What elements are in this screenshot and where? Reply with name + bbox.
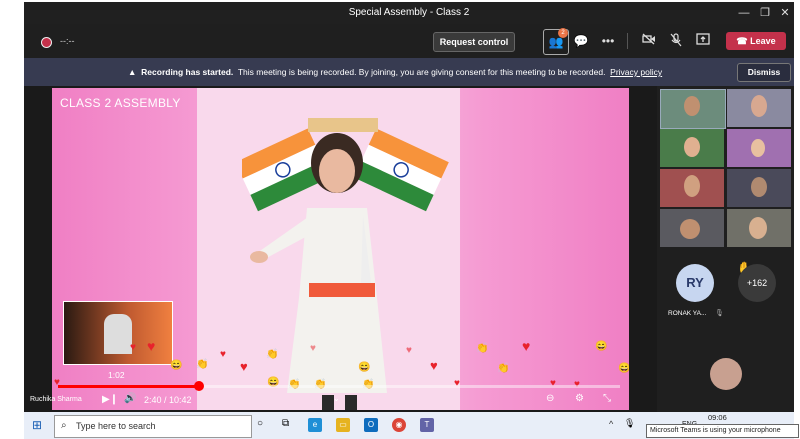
laughing-emoji-icon: 😄 xyxy=(170,360,183,371)
skip-next-icon[interactable]: ▶❙ xyxy=(102,394,118,405)
avatar[interactable]: RY xyxy=(676,264,714,302)
heart-reaction-icon: ♥ xyxy=(240,359,248,374)
tray-chevron-icon[interactable]: ^ xyxy=(609,419,613,429)
recording-icon xyxy=(41,37,52,48)
mic-off-icon: 🎙 xyxy=(715,310,724,317)
teams-icon[interactable]: T xyxy=(420,418,434,432)
participant-gallery: RY RONAK YA... 🎙 ✋ +162 xyxy=(657,86,794,412)
laughing-emoji-icon: 😄 xyxy=(358,362,371,373)
participant-tile[interactable] xyxy=(660,169,724,207)
notice-bold: Recording has started. xyxy=(141,67,234,77)
laughing-emoji-icon: 😄 xyxy=(618,363,629,374)
divider xyxy=(627,33,628,49)
heart-reaction-icon: ♥ xyxy=(220,349,226,360)
recording-notice-message: ▲ Recording has started. This meeting is… xyxy=(128,67,662,77)
maximize-icon[interactable]: ❐ xyxy=(755,5,775,21)
task-view-icon[interactable]: ⧉ xyxy=(282,418,289,429)
chrome-icon[interactable]: ◉ xyxy=(392,418,406,432)
performer xyxy=(250,133,387,410)
clap-emoji-icon: 👏 xyxy=(476,343,489,354)
participant-tile[interactable] xyxy=(660,209,724,247)
clap-emoji-icon: 👏 xyxy=(196,359,209,370)
share-screen-icon[interactable] xyxy=(695,33,711,49)
outlook-icon[interactable]: O xyxy=(364,418,378,432)
meeting-controls-bar: --:-- Request control 👥 2 💬 ••• ☎ Leave xyxy=(24,24,794,58)
chevron-down-icon[interactable]: ⌄ xyxy=(333,394,340,403)
video-progress-track[interactable] xyxy=(58,381,620,391)
title-bar: Special Assembly - Class 2 — ❐ ✕ xyxy=(24,2,794,24)
volume-icon[interactable]: 🔊 xyxy=(124,393,136,404)
privacy-policy-link[interactable]: Privacy policy xyxy=(610,67,662,77)
seek-preview-thumbnail xyxy=(63,301,173,365)
shared-video[interactable]: CLASS 2 ASSEMBLY 1:02 ♥ ♥ 😄 👏 ♥ ♥ 👏 ♥ 😄 … xyxy=(52,88,629,410)
leave-button[interactable]: ☎ Leave xyxy=(726,32,786,50)
video-title: CLASS 2 ASSEMBLY xyxy=(60,96,181,110)
cortana-icon[interactable]: ○ xyxy=(257,418,263,429)
microphone-usage-tooltip: Microsoft Teams is using your microphone xyxy=(646,424,799,438)
participant-tile[interactable] xyxy=(727,169,791,207)
window-title: Special Assembly - Class 2 xyxy=(348,7,470,18)
video-progress-fill xyxy=(58,385,199,388)
more-options-icon[interactable]: ••• xyxy=(600,33,616,49)
search-icon: ⌕ xyxy=(61,420,67,431)
taskbar-search[interactable]: ⌕ Type here to search xyxy=(54,415,252,438)
recording-notice-banner: ▲ Recording has started. This meeting is… xyxy=(24,58,794,86)
presenter-name: Ruchika Sharma xyxy=(30,396,82,403)
autoplay-toggle-icon[interactable]: ⊖ xyxy=(546,393,554,404)
close-icon[interactable]: ✕ xyxy=(775,5,795,21)
notice-text: This meeting is being recorded. By joini… xyxy=(237,67,606,77)
self-view-avatar[interactable] xyxy=(710,358,742,390)
chat-icon[interactable]: 💬 xyxy=(573,33,589,49)
settings-icon[interactable]: ⚙ xyxy=(575,393,584,404)
participants-button[interactable]: 👥 2 xyxy=(543,28,569,55)
mic-off-icon[interactable] xyxy=(668,33,684,49)
participant-name: RONAK YA... xyxy=(668,310,707,317)
tray-mic-icon[interactable]: 🎙 xyxy=(624,418,635,429)
participant-tile[interactable] xyxy=(727,209,791,247)
participant-tile[interactable] xyxy=(727,129,791,167)
seek-handle[interactable] xyxy=(193,381,204,391)
video-time: 2:40 / 10:42 xyxy=(144,395,192,405)
windows-taskbar: ⊞ ⌕ Type here to search ○ ⧉ e ▭ O ◉ T ^ … xyxy=(24,412,799,439)
minimize-icon[interactable]: — xyxy=(734,5,754,21)
participant-tile[interactable] xyxy=(660,129,724,167)
camera-off-icon[interactable] xyxy=(641,33,657,49)
dismiss-button[interactable]: Dismiss xyxy=(737,63,791,82)
heart-reaction-icon: ♥ xyxy=(406,345,412,356)
leave-label: Leave xyxy=(750,36,776,46)
overflow-participants-button[interactable]: +162 xyxy=(738,264,776,302)
request-control-button[interactable]: Request control xyxy=(433,32,515,52)
warning-icon: ▲ xyxy=(128,67,137,77)
heart-reaction-icon: ♥ xyxy=(430,358,438,373)
recording-timer: --:-- xyxy=(60,36,75,46)
participant-tile[interactable] xyxy=(727,89,791,127)
heart-reaction-icon: ♥ xyxy=(130,342,136,353)
laughing-emoji-icon: 😄 xyxy=(595,341,608,352)
phone-hangup-icon: ☎ xyxy=(736,36,748,46)
clap-emoji-icon: 👏 xyxy=(497,363,510,374)
participant-tile[interactable] xyxy=(660,89,726,129)
windows-start-icon[interactable]: ⊞ xyxy=(32,418,42,432)
file-explorer-icon[interactable]: ▭ xyxy=(336,418,350,432)
heart-reaction-icon: ♥ xyxy=(147,338,156,354)
edge-icon[interactable]: e xyxy=(308,418,322,432)
preview-time: 1:02 xyxy=(108,370,125,380)
search-placeholder: Type here to search xyxy=(76,421,156,431)
fullscreen-icon[interactable]: ⤡ xyxy=(603,393,611,404)
heart-reaction-icon: ♥ xyxy=(310,343,316,354)
clap-emoji-icon: 👏 xyxy=(266,349,279,360)
taskbar-clock[interactable]: 09:06 xyxy=(708,413,727,422)
participants-badge: 2 xyxy=(558,28,568,38)
heart-reaction-icon: ♥ xyxy=(522,338,531,354)
